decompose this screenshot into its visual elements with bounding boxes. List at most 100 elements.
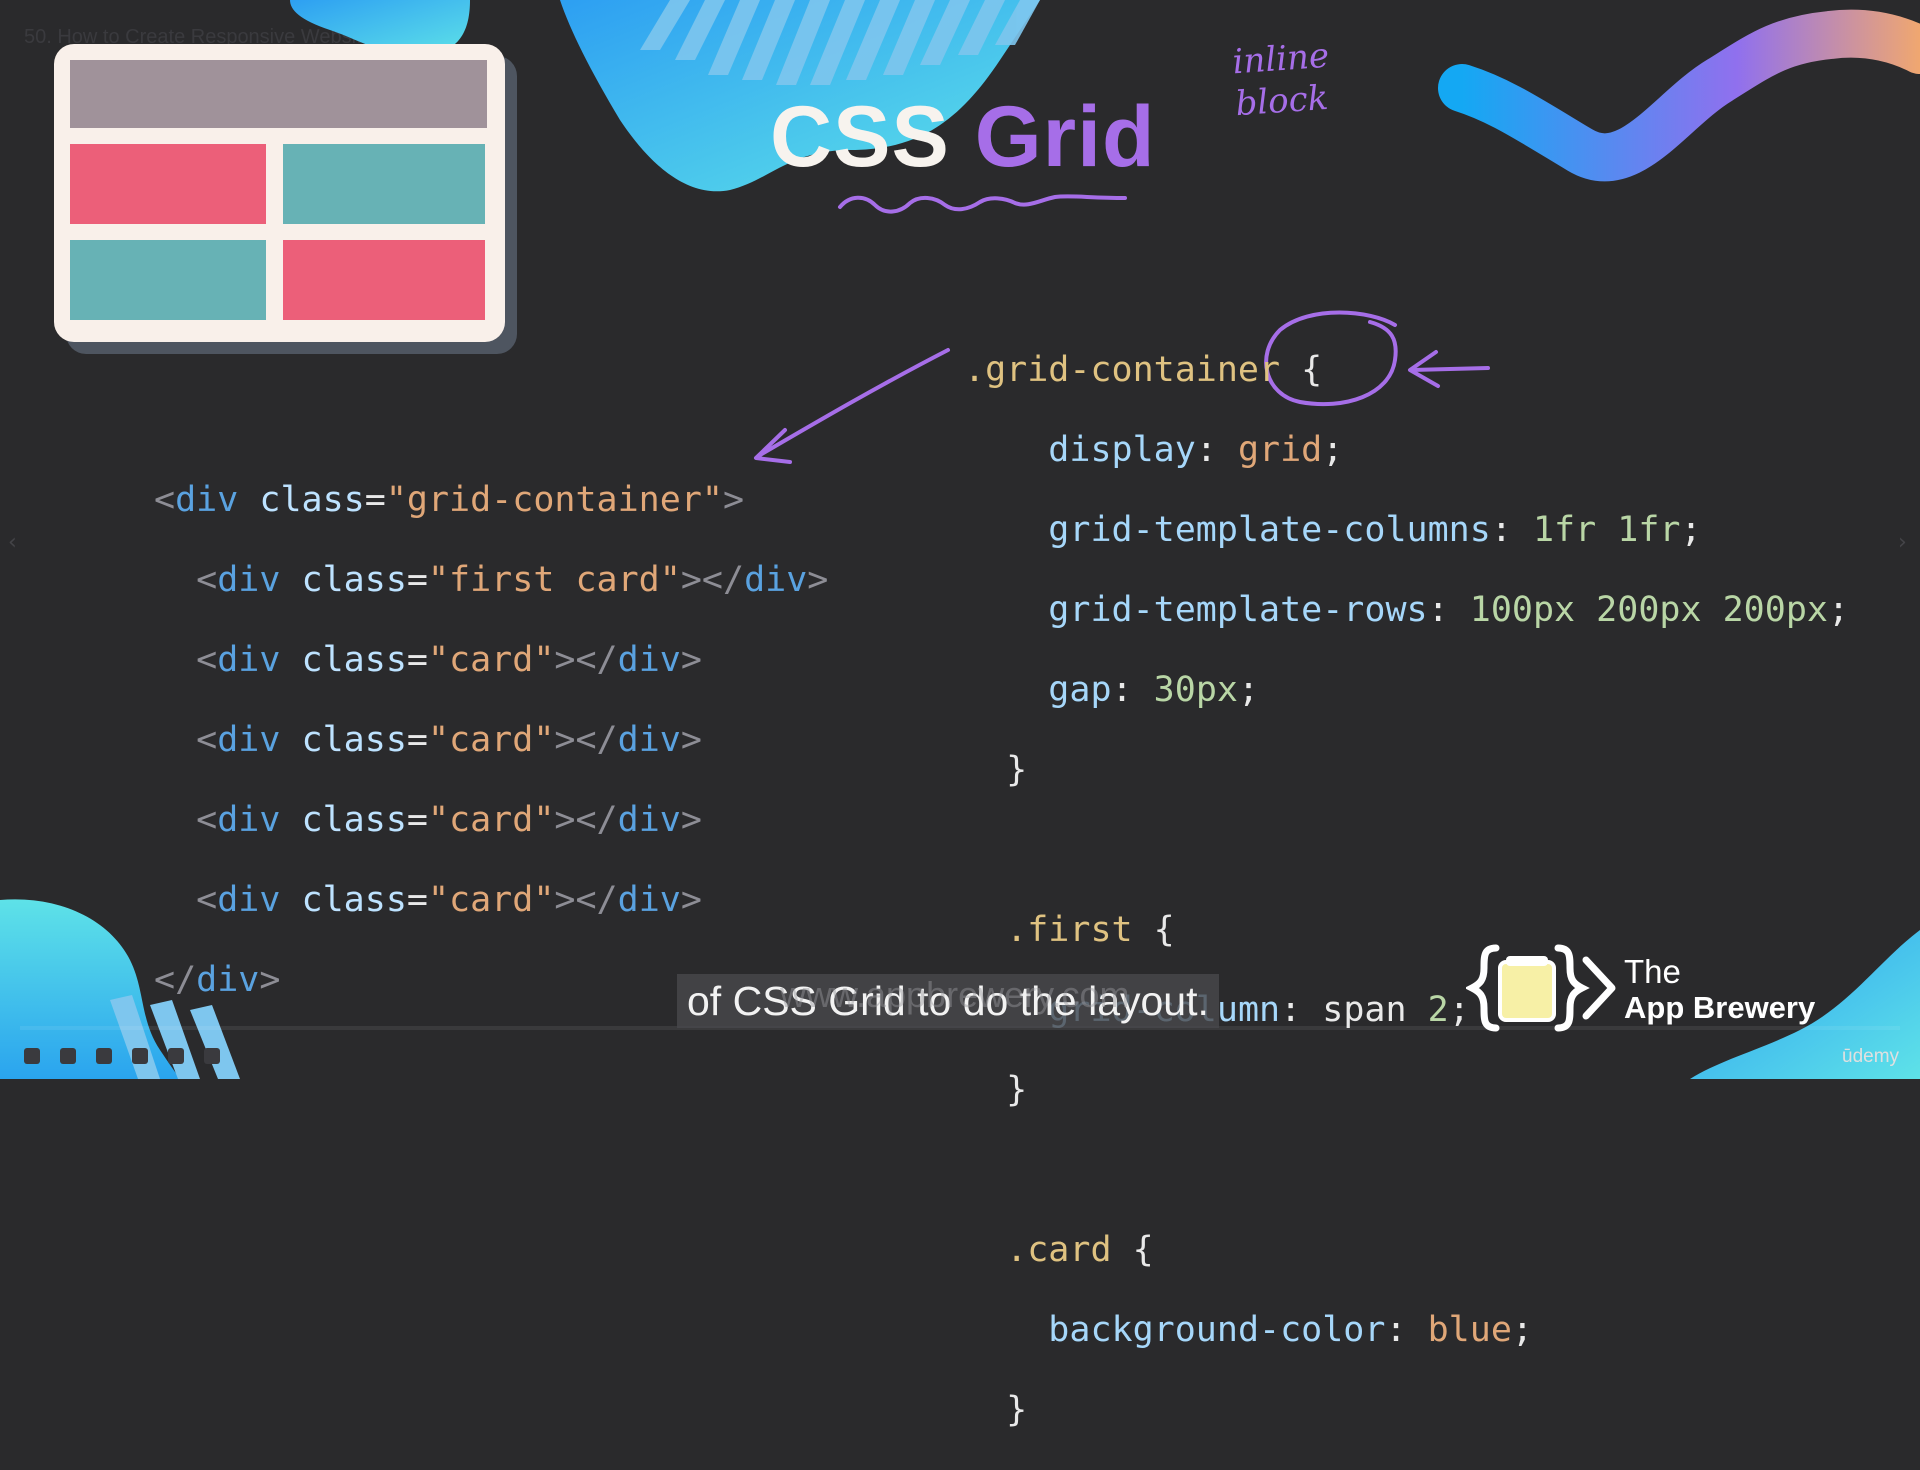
code-token: div — [217, 800, 281, 840]
code-line-brace: } — [964, 750, 1849, 790]
code-token: { — [1280, 350, 1323, 390]
code-token: = — [406, 560, 428, 600]
code-token: class — [301, 880, 407, 920]
code-token: } — [1006, 1070, 1028, 1110]
code-token: div — [617, 880, 681, 920]
html-code-block: <div class="grid-container"> <div class=… — [154, 440, 828, 1040]
speed-icon[interactable] — [96, 1048, 112, 1064]
code-line-first-selector: .first { — [964, 910, 1849, 950]
code-token: 30px — [1153, 670, 1238, 710]
code-line-decl: grid-template-columns: 1fr 1fr; — [964, 510, 1849, 550]
code-token: : — [1427, 590, 1470, 630]
code-token: </ — [154, 960, 197, 1000]
code-token: = — [406, 720, 428, 760]
code-token: div — [617, 800, 681, 840]
code-token: div — [196, 960, 260, 1000]
udemy-logo: ūdemy — [1842, 1046, 1900, 1067]
code-token: class — [301, 560, 407, 600]
brand-line-1: The — [1624, 953, 1681, 990]
code-token: ></ — [680, 560, 745, 600]
play-icon[interactable] — [24, 1048, 40, 1064]
rewind-icon[interactable] — [60, 1048, 76, 1064]
code-token: ; — [1680, 510, 1702, 550]
code-token: "card" — [427, 640, 555, 680]
code-token: div — [617, 640, 681, 680]
app-brewery-logo-icon — [1466, 944, 1616, 1032]
grid-layout-illustration — [54, 44, 517, 354]
prev-arrow-icon[interactable]: ‹ — [8, 530, 17, 555]
code-token: blue — [1427, 1310, 1512, 1350]
grid-cell-pink-1 — [70, 144, 266, 224]
illustration-frame — [54, 44, 505, 342]
code-token: < — [196, 560, 218, 600]
code-token: < — [154, 480, 176, 520]
code-line-decl: grid-template-rows: 100px 200px 200px; — [964, 590, 1849, 630]
css-code-block: .grid-container { display: grid; grid-te… — [964, 310, 1849, 1470]
code-token: > — [722, 480, 745, 520]
caption-icon[interactable] — [204, 1048, 220, 1064]
code-token: ; — [1827, 590, 1850, 630]
code-token: > — [807, 560, 829, 600]
code-token: gap — [1048, 670, 1112, 710]
code-line-brace: } — [964, 1070, 1849, 1110]
code-token: grid-template-rows — [1048, 590, 1428, 630]
code-token: ; — [1322, 430, 1344, 470]
code-token: } — [1006, 750, 1028, 790]
code-token: "grid-container" — [385, 480, 723, 520]
wave-stroke — [1438, 9, 1920, 182]
code-line-card-selector: .card { — [964, 1230, 1849, 1270]
code-token: : — [1385, 1310, 1428, 1350]
annotation-note: inline block — [1231, 35, 1333, 126]
code-token: < — [196, 800, 218, 840]
code-token: div — [217, 640, 281, 680]
code-line-decl: gap: 30px; — [964, 670, 1849, 710]
code-token: class — [301, 640, 407, 680]
title-squiggle — [838, 194, 1127, 214]
grid-cell-header — [70, 60, 487, 128]
code-token: = — [406, 800, 428, 840]
code-line-grid-container: <div class="grid-container"> — [154, 480, 828, 520]
code-token: ></ — [554, 800, 618, 840]
code-token: = — [364, 480, 386, 520]
code-token: ></ — [554, 720, 618, 760]
code-line-first-card: <div class="first card"></div> — [154, 560, 828, 600]
code-line-card: <div class="card"></div> — [154, 880, 828, 920]
code-token: 2 — [1427, 990, 1449, 1030]
forward-icon[interactable] — [132, 1048, 148, 1064]
annotation-line-2: block — [1234, 77, 1330, 125]
code-token: div — [175, 480, 239, 520]
code-token: .first — [1006, 910, 1133, 950]
code-token: = — [406, 640, 428, 680]
code-token: > — [680, 720, 702, 760]
code-token: = — [406, 880, 428, 920]
code-token: class — [301, 800, 407, 840]
code-line-card: <div class="card"></div> — [154, 800, 828, 840]
code-token: grid — [1237, 430, 1323, 470]
code-token: "card" — [427, 800, 555, 840]
code-token: ></ — [554, 880, 618, 920]
code-token: div — [217, 720, 281, 760]
code-line-card: <div class="card"></div> — [154, 720, 828, 760]
code-token: grid-template-columns — [1048, 510, 1491, 550]
code-token: .grid-container — [964, 350, 1281, 390]
slide-title-grid: Grid — [974, 89, 1156, 185]
code-token: : — [1111, 670, 1154, 710]
code-token: div — [217, 880, 281, 920]
code-line-decl: background-color: blue; — [964, 1310, 1849, 1350]
code-token: } — [1006, 1390, 1028, 1430]
code-token: class — [259, 480, 365, 520]
grid-cell-teal-2 — [70, 240, 266, 320]
code-line-card: <div class="card"></div> — [154, 640, 828, 680]
code-token: : — [1195, 430, 1238, 470]
code-token: { — [1111, 1230, 1154, 1270]
next-arrow-icon[interactable]: › — [1898, 530, 1907, 555]
code-token: class — [301, 720, 407, 760]
slide-title: CSS Grid — [770, 88, 1156, 187]
code-token: { — [1132, 910, 1175, 950]
code-token: < — [196, 640, 218, 680]
volume-icon[interactable] — [168, 1048, 184, 1064]
code-token: "card" — [427, 880, 555, 920]
watermark-text: www.appbrewery.com — [780, 974, 1130, 1015]
code-token: > — [680, 800, 702, 840]
